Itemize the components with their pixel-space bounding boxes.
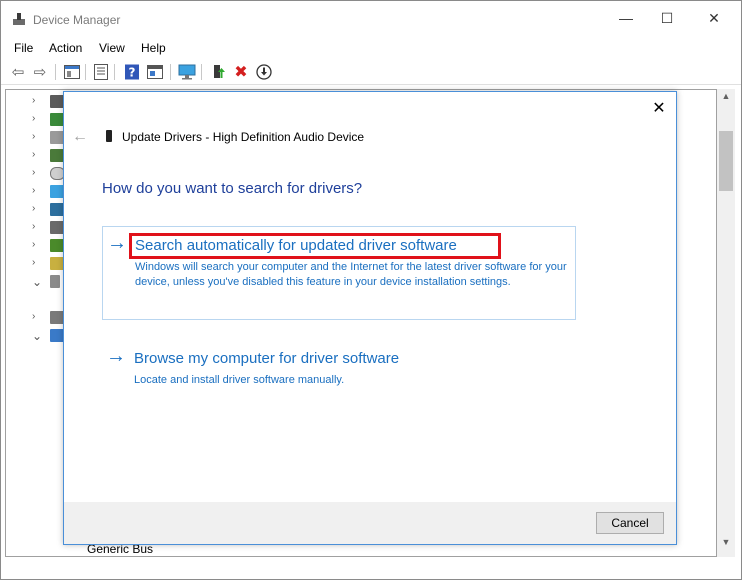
back-arrow-icon[interactable]: ←	[72, 128, 88, 146]
update-drivers-dialog: ✕ ← Update Drivers - High Definition Aud…	[63, 91, 677, 545]
dialog-title: Update Drivers - High Definition Audio D…	[122, 130, 365, 144]
search-automatically-option[interactable]: → Search automatically for updated drive…	[102, 226, 576, 320]
scroll-thumb[interactable]	[719, 131, 733, 191]
help-icon[interactable]: ?	[122, 63, 142, 81]
window-title: Device Manager	[33, 13, 121, 27]
maximize-button[interactable]: ☐	[644, 1, 690, 35]
expand-chevron-icon[interactable]: ›	[32, 131, 35, 142]
expand-chevron-icon[interactable]: ›	[32, 239, 35, 250]
arrow-right-icon: →	[106, 345, 126, 367]
forward-icon[interactable]: ⇨	[30, 63, 50, 81]
back-icon[interactable]: ⇦	[8, 63, 28, 81]
expand-chevron-icon[interactable]: ›	[32, 257, 35, 268]
show-hide-tree-icon[interactable]	[62, 63, 82, 81]
vertical-scrollbar[interactable]: ▲ ▼	[717, 89, 735, 557]
view-icon[interactable]	[145, 63, 165, 81]
menu-view[interactable]: View	[99, 41, 125, 55]
collapse-chevron-icon[interactable]: ⌄	[32, 275, 42, 289]
menu-action[interactable]: Action	[49, 41, 82, 55]
monitor-icon[interactable]	[177, 63, 197, 81]
expand-chevron-icon[interactable]: ›	[32, 311, 35, 322]
audio-device-icon	[106, 130, 112, 142]
collapse-chevron-icon[interactable]: ⌄	[32, 329, 42, 343]
menu-help[interactable]: Help	[141, 41, 166, 55]
expand-chevron-icon[interactable]: ›	[32, 221, 35, 232]
browse-computer-option[interactable]: → Browse my computer for driver software…	[102, 340, 576, 386]
toolbar: ⇦ ⇨ ? ✖	[1, 60, 741, 85]
dialog-heading: How do you want to search for drivers?	[102, 180, 363, 197]
minimize-button[interactable]: —	[603, 1, 649, 35]
close-button[interactable]: ✕	[691, 1, 737, 35]
menu-file[interactable]: File	[14, 41, 33, 55]
option-title[interactable]: Browse my computer for driver software	[134, 350, 399, 367]
expand-chevron-icon[interactable]: ›	[32, 95, 35, 106]
expand-chevron-icon[interactable]: ›	[32, 203, 35, 214]
device-manager-window: Device Manager — ☐ ✕ File Action View He…	[0, 0, 742, 580]
svg-text:?: ?	[129, 66, 136, 80]
arrow-right-icon: →	[107, 232, 127, 254]
option-description: Locate and install driver software manua…	[134, 374, 345, 386]
cancel-button[interactable]: Cancel	[596, 512, 664, 534]
sound-icon	[50, 275, 60, 288]
expand-chevron-icon[interactable]: ›	[32, 185, 35, 196]
expand-chevron-icon[interactable]: ›	[32, 167, 35, 178]
scroll-down-icon[interactable]: ▼	[717, 537, 735, 553]
update-driver-icon[interactable]	[208, 63, 228, 81]
expand-chevron-icon[interactable]: ›	[32, 113, 35, 124]
download-icon[interactable]	[254, 63, 274, 81]
dialog-footer: Cancel	[64, 502, 676, 544]
menu-bar: File Action View Help	[1, 37, 741, 59]
option-description: Windows will search your computer and th…	[135, 261, 567, 288]
dialog-close-icon[interactable]: ✕	[648, 98, 670, 120]
uninstall-icon[interactable]: ✖	[231, 63, 251, 81]
toolbar-separator	[55, 64, 56, 80]
toolbar-separator	[170, 64, 171, 80]
expand-chevron-icon[interactable]: ›	[32, 149, 35, 160]
toolbar-separator	[114, 64, 115, 80]
device-manager-icon	[13, 13, 25, 25]
title-bar: Device Manager — ☐ ✕	[1, 1, 741, 35]
red-highlight-box	[129, 233, 501, 259]
properties-icon[interactable]	[91, 63, 111, 81]
scroll-up-icon[interactable]: ▲	[717, 91, 735, 107]
toolbar-separator	[201, 64, 202, 80]
toolbar-separator	[85, 64, 86, 80]
